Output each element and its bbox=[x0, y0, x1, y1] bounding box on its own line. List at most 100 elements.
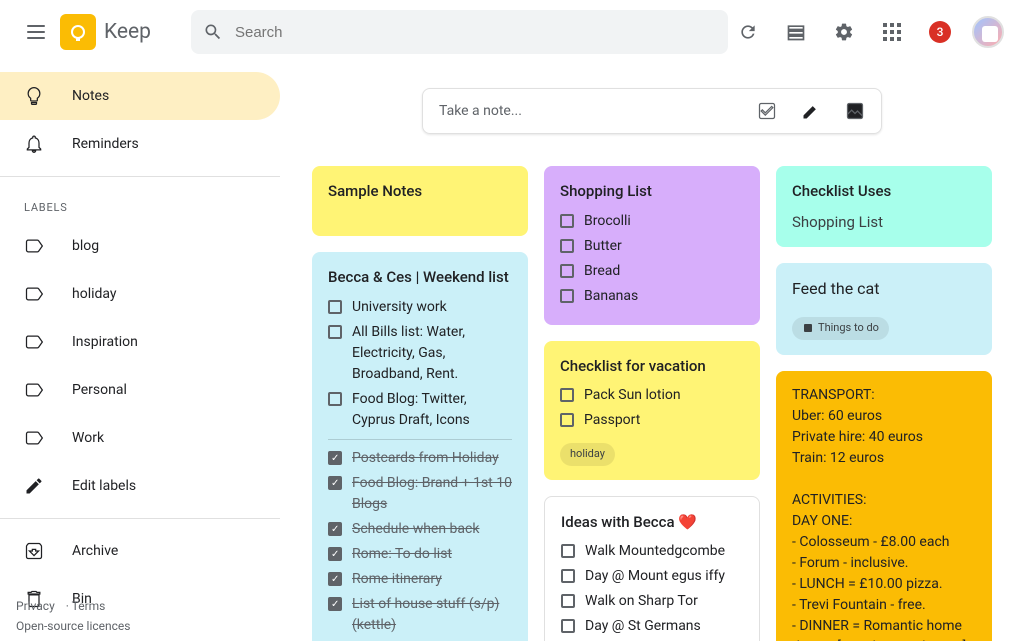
note-transport[interactable]: TRANSPORT: Uber: 60 euros Private hire: … bbox=[776, 371, 992, 641]
note-line: DAY ONE: bbox=[792, 511, 976, 532]
note-becca[interactable]: Becca & Ces | Weekend list University wo… bbox=[312, 252, 528, 641]
nav-label-personal[interactable]: Personal bbox=[0, 366, 280, 414]
privacy-link[interactable]: Privacy bbox=[16, 599, 55, 613]
nav-notes[interactable]: Notes bbox=[0, 72, 280, 120]
note-title: Ideas with Becca ❤️ bbox=[561, 511, 743, 534]
checklist-text: Schedule when back bbox=[352, 519, 479, 540]
nav-reminders[interactable]: Reminders bbox=[0, 120, 280, 168]
checklist-text: Passport bbox=[584, 410, 640, 431]
checklist-item[interactable]: Food Blog: Twitter, Cyprus Draft, Icons bbox=[328, 389, 512, 431]
checklist-text: Rome itinerary bbox=[352, 569, 442, 590]
nav-archive[interactable]: Archive bbox=[0, 527, 280, 575]
checklist-item[interactable]: Day @ Mount egus iffy bbox=[561, 566, 743, 587]
checklist-item[interactable]: Food Blog: Brand + 1st 10 Blogs bbox=[328, 473, 512, 515]
checklist-text: Food Blog: Twitter, Cyprus Draft, Icons bbox=[352, 389, 512, 431]
avatar-icon bbox=[972, 16, 1004, 48]
checklist-item[interactable]: List of house stuff (s/p) (kettle) bbox=[328, 594, 512, 636]
nav-label-blog[interactable]: blog bbox=[0, 222, 280, 270]
note-line: - LUNCH = £10.00 pizza. bbox=[792, 574, 976, 595]
note-sample[interactable]: Sample Notes bbox=[312, 166, 528, 236]
checklist-item[interactable]: Passport bbox=[560, 410, 744, 431]
nav-label: Work bbox=[72, 430, 104, 446]
nav-label: Inspiration bbox=[72, 334, 138, 350]
checklist-item[interactable]: Butter bbox=[560, 236, 744, 257]
labels-header: LABELS bbox=[0, 185, 280, 222]
checklist-text: Food Blog: Brand + 1st 10 Blogs bbox=[352, 473, 512, 515]
notifications-badge[interactable]: 3 bbox=[920, 12, 960, 52]
checklist-item[interactable]: Rome: To do list bbox=[328, 544, 512, 565]
take-note-bar[interactable]: Take a note... bbox=[422, 88, 882, 134]
checklist-item[interactable]: Walk on Sharp Tor bbox=[561, 591, 743, 612]
checklist-text: Butter bbox=[584, 236, 622, 257]
licences-link[interactable]: Open-source licences bbox=[16, 619, 130, 633]
checklist-item[interactable]: Brocolli bbox=[560, 211, 744, 232]
checklist-item[interactable]: Bananas bbox=[560, 286, 744, 307]
settings-button[interactable] bbox=[824, 12, 864, 52]
checkbox-icon bbox=[560, 289, 574, 303]
checklist-item[interactable]: Bread bbox=[560, 261, 744, 282]
checklist-text: Bananas bbox=[584, 286, 638, 307]
checklist-item[interactable]: Schedule when back bbox=[328, 519, 512, 540]
main-menu-button[interactable] bbox=[16, 12, 56, 52]
account-button[interactable] bbox=[968, 12, 1008, 52]
search-input[interactable] bbox=[235, 24, 716, 41]
checkbox-icon bbox=[561, 619, 575, 633]
note-line: TRANSPORT: bbox=[792, 385, 976, 406]
nav-edit-labels[interactable]: Edit labels bbox=[0, 462, 280, 510]
note-vacation[interactable]: Checklist for vacation Pack Sun lotionPa… bbox=[544, 341, 760, 480]
note-shopping[interactable]: Shopping List BrocolliButterBreadBananas bbox=[544, 166, 760, 325]
checklist-text: Day @ Mount egus iffy bbox=[585, 566, 725, 587]
checklist-item[interactable]: All Bills list: Water, Electricity, Gas,… bbox=[328, 322, 512, 385]
note-icon bbox=[802, 322, 814, 334]
take-note-placeholder: Take a note... bbox=[439, 103, 757, 119]
note-title: Becca & Ces | Weekend list bbox=[328, 266, 512, 289]
badge-count: 3 bbox=[929, 21, 951, 43]
new-drawing-icon[interactable] bbox=[801, 101, 821, 121]
note-line: - Trevi Fountain - free. bbox=[792, 595, 976, 616]
logo[interactable]: Keep bbox=[60, 14, 151, 50]
checklist-text: Rome: To do list bbox=[352, 544, 452, 565]
nav-label-inspiration[interactable]: Inspiration bbox=[0, 318, 280, 366]
checklist-item[interactable]: Walk Mountedgcombe bbox=[561, 541, 743, 562]
checkbox-icon bbox=[328, 451, 342, 465]
label-chip[interactable]: holiday bbox=[560, 443, 615, 466]
checkbox-icon bbox=[561, 544, 575, 558]
note-line: Private hire: 40 euros bbox=[792, 427, 976, 448]
checklist-item[interactable]: Pack Sun lotion bbox=[560, 385, 744, 406]
nav-label-work[interactable]: Work bbox=[0, 414, 280, 462]
label-chip[interactable]: Things to do bbox=[792, 317, 889, 340]
checkbox-icon bbox=[328, 325, 342, 339]
apps-icon bbox=[883, 23, 901, 41]
checkbox-icon bbox=[560, 214, 574, 228]
list-view-button[interactable] bbox=[776, 12, 816, 52]
hamburger-icon bbox=[27, 25, 45, 39]
bulb-icon bbox=[24, 86, 44, 106]
label-icon bbox=[24, 284, 44, 304]
note-feed-cat[interactable]: Feed the cat Things to do bbox=[776, 263, 992, 355]
apps-button[interactable] bbox=[872, 12, 912, 52]
checkbox-icon bbox=[560, 239, 574, 253]
checklist-text: Walk on Sharp Tor bbox=[585, 591, 698, 612]
new-image-icon[interactable] bbox=[845, 101, 865, 121]
label-icon bbox=[24, 332, 44, 352]
nav-label-holiday[interactable]: holiday bbox=[0, 270, 280, 318]
note-line: - DINNER = Romantic home dinner. [Spaghe… bbox=[792, 616, 976, 641]
search-icon bbox=[203, 22, 223, 42]
checklist-item[interactable]: University work bbox=[328, 297, 512, 318]
checklist-item[interactable]: Rome itinerary bbox=[328, 569, 512, 590]
refresh-button[interactable] bbox=[728, 12, 768, 52]
note-ideas[interactable]: Ideas with Becca ❤️ Walk Mountedgcombe Da… bbox=[544, 496, 760, 641]
note-title: Checklist Uses bbox=[792, 180, 976, 203]
checkbox-icon bbox=[328, 572, 342, 586]
bell-icon bbox=[24, 134, 44, 154]
terms-link[interactable]: Terms bbox=[72, 599, 106, 613]
checklist-text: Pack Sun lotion bbox=[584, 385, 681, 406]
new-checklist-icon[interactable] bbox=[757, 101, 777, 121]
search-bar[interactable] bbox=[191, 10, 728, 54]
checkbox-icon bbox=[561, 569, 575, 583]
note-title: Feed the cat bbox=[792, 277, 976, 301]
label-icon bbox=[24, 236, 44, 256]
note-checklist-uses[interactable]: Checklist Uses Shopping List bbox=[776, 166, 992, 247]
checklist-item[interactable]: Postcards from Holiday bbox=[328, 448, 512, 469]
checklist-item[interactable]: Day @ St Germans bbox=[561, 616, 743, 637]
